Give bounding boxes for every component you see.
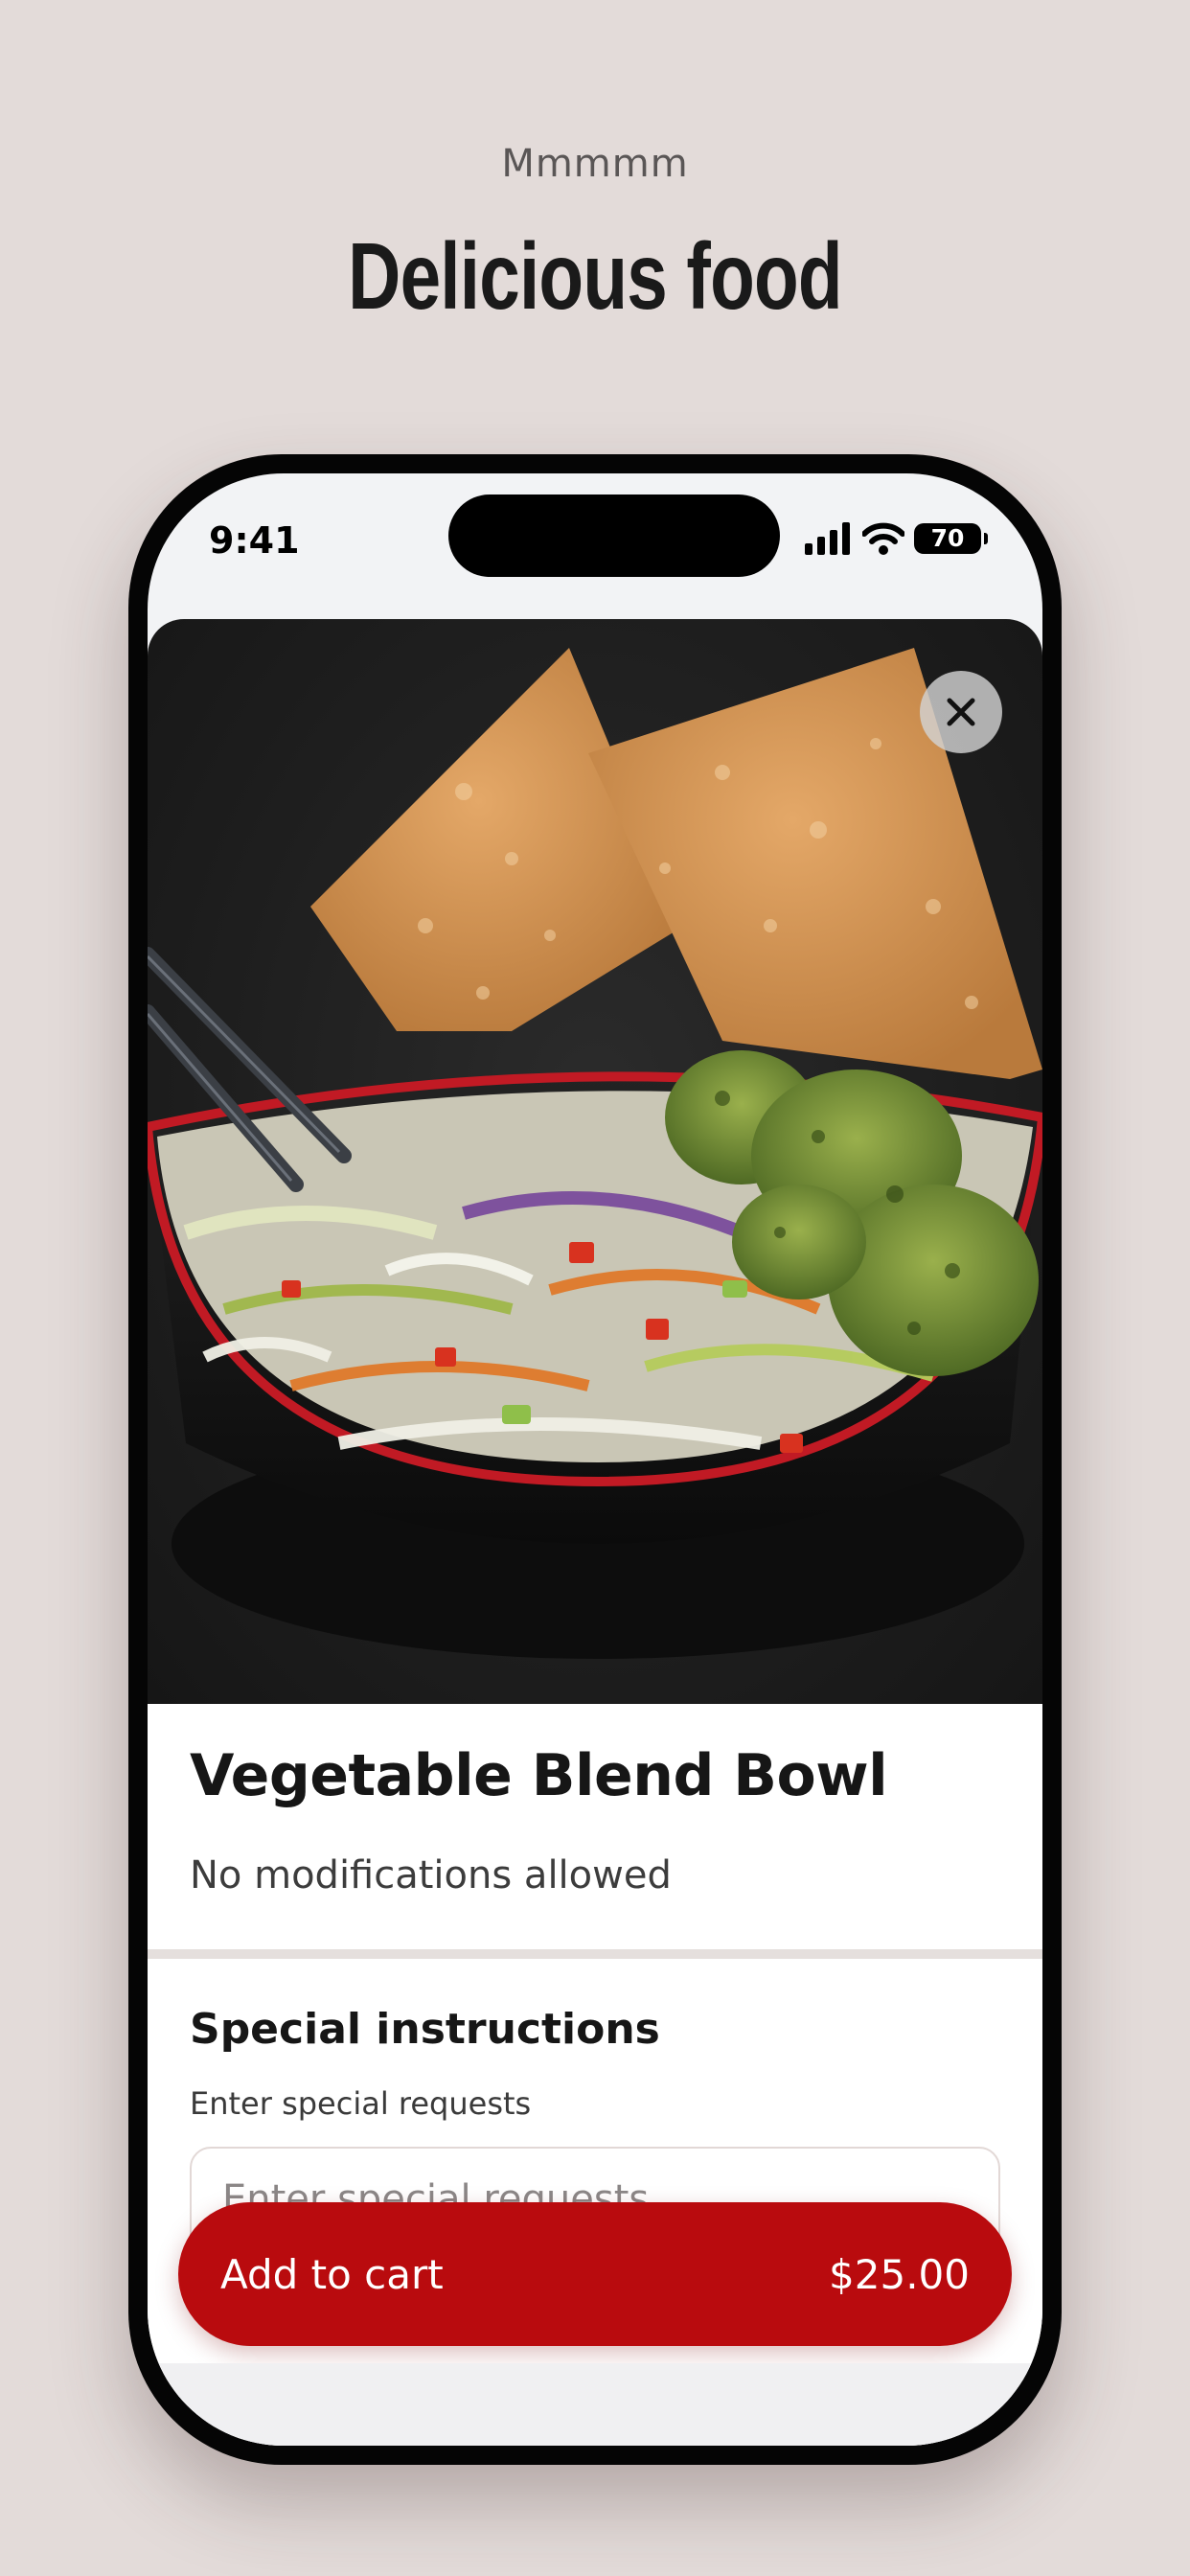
food-image — [148, 619, 1042, 1704]
add-to-cart-label: Add to cart — [220, 2250, 444, 2298]
add-to-cart-button[interactable]: Add to cart $25.00 — [178, 2202, 1012, 2346]
phone-frame: 9:41 70 Vegetable Blend Bowl No modifica… — [128, 454, 1062, 2465]
close-icon — [947, 698, 975, 726]
cellular-signal-icon — [805, 522, 850, 555]
special-instructions-hint: Enter special requests — [190, 2085, 532, 2122]
home-indicator-area — [148, 2363, 1042, 2446]
item-title: Vegetable Blend Bowl — [190, 1742, 888, 1809]
item-modification-note: No modifications allowed — [190, 1853, 672, 1898]
item-detail-sheet: Vegetable Blend Bowl No modifications al… — [148, 619, 1042, 2446]
status-icons: 70 — [805, 521, 988, 556]
dynamic-island — [448, 494, 780, 577]
page-eyebrow: Mmmmm — [501, 142, 689, 186]
vegetable-bowl-illustration — [148, 648, 1042, 1659]
section-divider — [148, 1949, 1042, 1959]
add-to-cart-price: $25.00 — [829, 2250, 970, 2298]
close-button[interactable] — [920, 671, 1002, 753]
special-instructions-heading: Special instructions — [190, 2005, 660, 2054]
phone-screen: 9:41 70 Vegetable Blend Bowl No modifica… — [148, 473, 1042, 2446]
page-headline: Delicious food — [348, 223, 842, 329]
status-time: 9:41 — [209, 519, 300, 562]
battery-indicator: 70 — [914, 523, 988, 554]
wifi-icon — [862, 522, 904, 555]
